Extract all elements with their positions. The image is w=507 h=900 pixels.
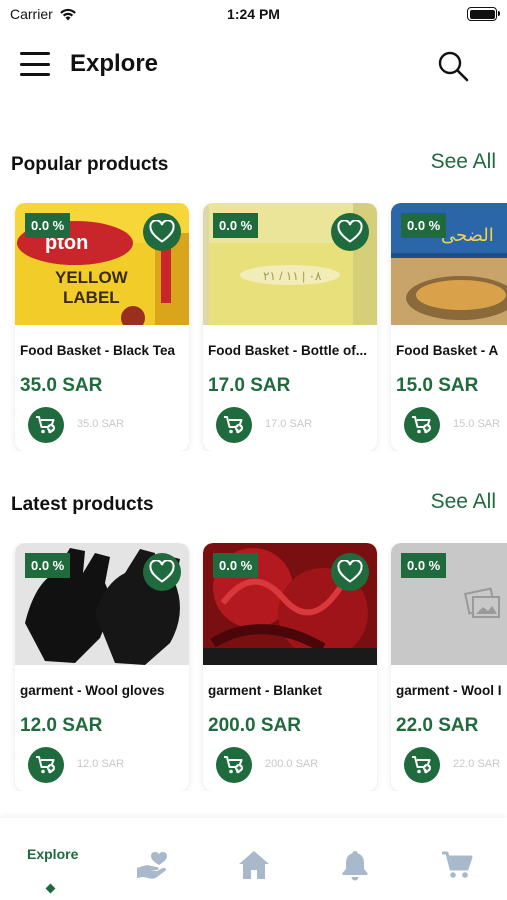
- status-time: 1:24 PM: [227, 6, 280, 22]
- tab-home-icon[interactable]: [237, 848, 271, 882]
- add-to-cart-button[interactable]: [28, 407, 64, 443]
- product-price: 17.0 SAR: [208, 375, 291, 396]
- old-price: 35.0 SAR: [77, 418, 125, 430]
- discount-badge: 0.0 %: [25, 213, 71, 238]
- product-card[interactable]: ۲٠٨ | ١١ / ١ 0.0 % Food Basket - Bottle …: [203, 203, 377, 451]
- heart-outline-icon: [149, 220, 175, 243]
- section-title: Latest products: [11, 494, 154, 515]
- old-price: 12.0 SAR: [77, 758, 125, 770]
- old-price: 15.0 SAR: [453, 418, 501, 430]
- discount-badge: 0.0 %: [213, 213, 259, 238]
- see-all-latest-link[interactable]: See All: [431, 490, 496, 514]
- product-name: Food Basket - A: [396, 343, 499, 358]
- status-bar: Carrier 1:24 PM: [0, 0, 507, 28]
- active-tab-indicator: [45, 883, 56, 894]
- latest-section-header: Latest products See All: [0, 490, 507, 520]
- svg-text:۲٠٨ | ١١ / ١: ۲٠٨ | ١١ / ١: [263, 269, 322, 283]
- product-price: 200.0 SAR: [208, 715, 301, 736]
- heart-outline-icon: [337, 560, 363, 583]
- product-name: Food Basket - Bottle of...: [208, 343, 368, 358]
- bottom-tab-bar: Explore: [0, 818, 507, 900]
- heart-outline-icon: [337, 220, 363, 243]
- add-to-cart-button[interactable]: [216, 747, 252, 783]
- svg-text:الضحى: الضحى: [441, 225, 494, 246]
- popular-products-list[interactable]: pton YELLOW LABEL 0.0 % Food Basket - Bl…: [0, 203, 507, 451]
- page-title: Explore: [70, 50, 159, 77]
- search-icon[interactable]: [437, 50, 469, 82]
- svg-text:YELLOW: YELLOW: [55, 268, 129, 287]
- old-price: 22.0 SAR: [453, 758, 501, 770]
- discount-badge: 0.0 %: [213, 553, 259, 578]
- add-to-cart-button[interactable]: [404, 407, 440, 443]
- product-name: Food Basket - Black Tea: [20, 343, 176, 358]
- favorite-button[interactable]: [331, 213, 369, 251]
- see-all-popular-link[interactable]: See All: [431, 150, 496, 174]
- latest-products-list[interactable]: 0.0 % garment - Wool gloves 12.0 SAR 12.…: [0, 543, 507, 791]
- product-price: 15.0 SAR: [396, 375, 479, 396]
- tab-cart-icon[interactable]: [440, 848, 474, 882]
- add-to-cart-button[interactable]: [28, 747, 64, 783]
- product-name: garment - Wool gloves: [20, 683, 165, 698]
- battery-icon: [467, 7, 500, 21]
- tab-bell-icon[interactable]: [338, 848, 372, 882]
- product-price: 22.0 SAR: [396, 715, 479, 736]
- hamburger-menu-icon[interactable]: [20, 52, 50, 76]
- add-to-cart-button[interactable]: [404, 747, 440, 783]
- old-price: 17.0 SAR: [265, 418, 313, 430]
- tab-explore-label: Explore: [27, 846, 79, 862]
- tab-explore[interactable]: Explore: [0, 818, 100, 900]
- product-name: garment - Wool I: [396, 683, 502, 698]
- old-price: 200.0 SAR: [265, 758, 319, 770]
- cart-add-icon: [36, 756, 55, 774]
- discount-badge: 0.0 %: [401, 213, 447, 238]
- product-card[interactable]: 0.0 % garment - Wool I 22.0 SAR 22.0 SAR: [391, 543, 507, 791]
- cart-add-icon: [224, 756, 243, 774]
- add-to-cart-button[interactable]: [216, 407, 252, 443]
- favorite-button[interactable]: [143, 213, 181, 251]
- cart-add-icon: [412, 756, 431, 774]
- svg-text:LABEL: LABEL: [63, 288, 120, 307]
- popular-section-header: Popular products See All: [0, 150, 507, 180]
- product-card[interactable]: 0.0 % garment - Blanket 200.0 SAR 200.0 …: [203, 543, 377, 791]
- product-card[interactable]: الضحى 0.0 % Food Basket - A 15.0 SAR 15.…: [391, 203, 507, 451]
- tab-heart-hand-icon[interactable]: [135, 848, 169, 882]
- cart-add-icon: [412, 416, 431, 434]
- product-card[interactable]: 0.0 % garment - Wool gloves 12.0 SAR 12.…: [15, 543, 189, 791]
- cart-add-icon: [36, 416, 55, 434]
- product-price: 35.0 SAR: [20, 375, 103, 396]
- discount-badge: 0.0 %: [401, 553, 447, 578]
- section-title: Popular products: [11, 154, 169, 175]
- cart-add-icon: [224, 416, 243, 434]
- favorite-button[interactable]: [331, 553, 369, 591]
- discount-badge: 0.0 %: [25, 553, 71, 578]
- heart-outline-icon: [149, 560, 175, 583]
- product-name: garment - Blanket: [208, 683, 323, 698]
- product-card[interactable]: pton YELLOW LABEL 0.0 % Food Basket - Bl…: [15, 203, 189, 451]
- favorite-button[interactable]: [143, 553, 181, 591]
- app-header: Explore: [0, 40, 507, 90]
- product-price: 12.0 SAR: [20, 715, 103, 736]
